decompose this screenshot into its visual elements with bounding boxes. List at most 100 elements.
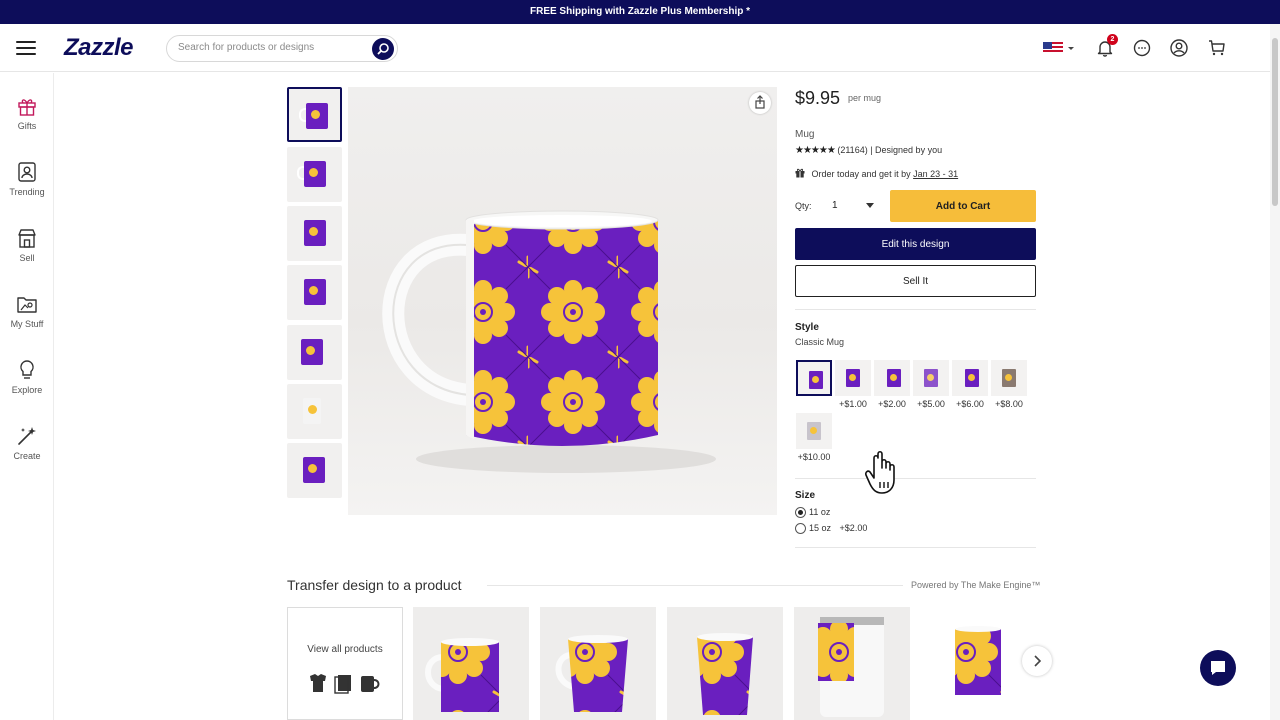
divider — [795, 309, 1036, 310]
folder-icon — [17, 297, 37, 313]
transfer-product-latte-mug[interactable] — [540, 607, 656, 720]
hand-cursor-icon — [864, 450, 904, 496]
transfer-product-tumbler[interactable] — [794, 607, 910, 720]
sidebar-item-label: Explore — [11, 385, 43, 395]
menu-icon[interactable] — [16, 41, 36, 55]
chat-bubble-icon — [1133, 39, 1151, 57]
us-flag-icon — [1043, 42, 1074, 54]
sidebar-item-trending[interactable]: Trending — [0, 161, 54, 197]
search-icon — [377, 43, 389, 55]
sidebar-item-sell[interactable]: Sell — [0, 227, 54, 263]
style-option-6[interactable]: +$8.00 — [990, 359, 1028, 411]
thumbnail-4[interactable] — [287, 265, 342, 320]
share-button[interactable] — [749, 92, 771, 114]
product-price: $9.95 — [795, 88, 841, 108]
add-to-cart-button[interactable]: Add to Cart — [890, 190, 1036, 222]
qty-value: 1 — [832, 200, 838, 211]
cart-icon — [1209, 40, 1225, 56]
style-option-7[interactable]: +$10.00 — [795, 412, 833, 464]
chevron-right-icon — [1034, 655, 1042, 667]
divider — [795, 478, 1036, 479]
live-chat-button[interactable] — [1200, 650, 1236, 686]
chat-icon — [1211, 661, 1225, 675]
style-selected: Classic Mug — [795, 337, 845, 347]
star-rating: ★★★★★ — [795, 145, 836, 156]
size-extra-price: +$2.00 — [839, 523, 868, 533]
size-option-15oz[interactable]: 15 oz +$2.00 — [795, 523, 868, 535]
product-thumbnail — [818, 617, 884, 717]
thumbnail-3[interactable] — [287, 206, 342, 261]
style-option-classic[interactable] — [795, 359, 833, 411]
sidebar-item-label: Gifts — [17, 121, 37, 131]
thumbnail-5[interactable] — [287, 325, 342, 380]
style-price: +$8.00 — [995, 399, 1023, 409]
trending-icon — [18, 162, 36, 182]
thumbnail-6[interactable] — [287, 384, 342, 439]
sidebar-item-label: Sell — [19, 253, 35, 263]
product-thumbnail — [697, 633, 753, 715]
style-option-3[interactable]: +$2.00 — [873, 359, 911, 411]
sell-it-button[interactable]: Sell It — [795, 265, 1036, 297]
thumbnail-2[interactable] — [287, 147, 342, 202]
search-input[interactable] — [178, 42, 358, 53]
thumbnail-1[interactable] — [287, 87, 342, 142]
qty-select[interactable]: 1 — [820, 193, 882, 219]
view-all-products-card[interactable]: View all products — [287, 607, 403, 720]
sidebar-item-create[interactable]: Create — [0, 425, 54, 461]
sidebar-item-label: My Stuff — [10, 319, 44, 329]
main-product-image[interactable] — [348, 87, 777, 515]
transfer-product-paper-cup[interactable] — [667, 607, 783, 720]
size-title: Size — [795, 490, 816, 501]
size-label: 11 oz — [809, 507, 831, 517]
sidebar-item-gifts[interactable]: Gifts — [0, 95, 54, 131]
powered-by: Powered by The Make Engine™ — [911, 580, 1041, 590]
chat-messages-button[interactable] — [1132, 38, 1152, 58]
country-selector[interactable] — [1043, 41, 1077, 55]
search-button[interactable] — [372, 38, 394, 60]
view-all-label: View all products — [307, 644, 383, 655]
product-thumbnail — [555, 635, 628, 712]
sidebar-item-explore[interactable]: Explore — [0, 359, 54, 395]
store-icon — [18, 229, 36, 248]
review-count: (21164) | Designed by you — [837, 145, 943, 155]
search-bar — [166, 35, 398, 62]
style-option-2[interactable]: +$1.00 — [834, 359, 872, 411]
delivery-date-link[interactable]: Jan 23 - 31 — [913, 169, 958, 179]
transfer-product-espresso[interactable] — [921, 607, 1037, 720]
cart-button[interactable] — [1207, 38, 1227, 58]
delivery-estimate: Order today and get it by Jan 23 - 31 — [795, 168, 958, 179]
user-icon — [1170, 39, 1188, 57]
scrollbar-thumb[interactable] — [1272, 38, 1278, 206]
size-label: 15 oz — [809, 523, 832, 533]
chevron-down-icon — [866, 203, 874, 208]
price-unit: per mug — [848, 93, 882, 103]
rating-row[interactable]: ★★★★★ (21164) | Designed by you — [795, 145, 942, 156]
style-title: Style — [795, 322, 819, 333]
sidebar-item-my-stuff[interactable]: My Stuff — [0, 293, 54, 329]
edit-design-button[interactable]: Edit this design — [795, 228, 1036, 260]
style-option-5[interactable]: +$6.00 — [951, 359, 989, 411]
style-option-4[interactable]: +$5.00 — [912, 359, 950, 411]
zazzle-logo[interactable]: Zazzle — [64, 34, 134, 62]
site-header: Zazzle 2 — [0, 24, 1280, 72]
divider — [795, 547, 1036, 548]
product-types-icons — [310, 674, 380, 694]
product-thumbnail — [425, 638, 499, 712]
sidebar-item-label: Create — [13, 451, 41, 461]
gift-box-icon — [795, 168, 805, 178]
radio-selected[interactable] — [795, 507, 806, 519]
qty-label: Qty: — [795, 201, 812, 211]
account-button[interactable] — [1169, 38, 1189, 58]
notification-badge: 2 — [1107, 34, 1118, 45]
transfer-product-classic-mug[interactable] — [413, 607, 529, 720]
style-price: +$10.00 — [797, 452, 831, 462]
size-option-11oz[interactable]: 11 oz — [795, 507, 831, 519]
order-text: Order today and get it by — [811, 169, 911, 179]
thumbnail-7[interactable] — [287, 443, 342, 498]
page-scrollbar[interactable] — [1270, 24, 1280, 720]
carousel-next-button[interactable] — [1022, 646, 1052, 676]
transfer-title: Transfer design to a product — [287, 577, 462, 593]
product-thumbnail — [955, 626, 1001, 695]
promo-banner[interactable]: FREE Shipping with Zazzle Plus Membershi… — [0, 0, 1280, 24]
radio-unselected[interactable] — [795, 523, 806, 535]
